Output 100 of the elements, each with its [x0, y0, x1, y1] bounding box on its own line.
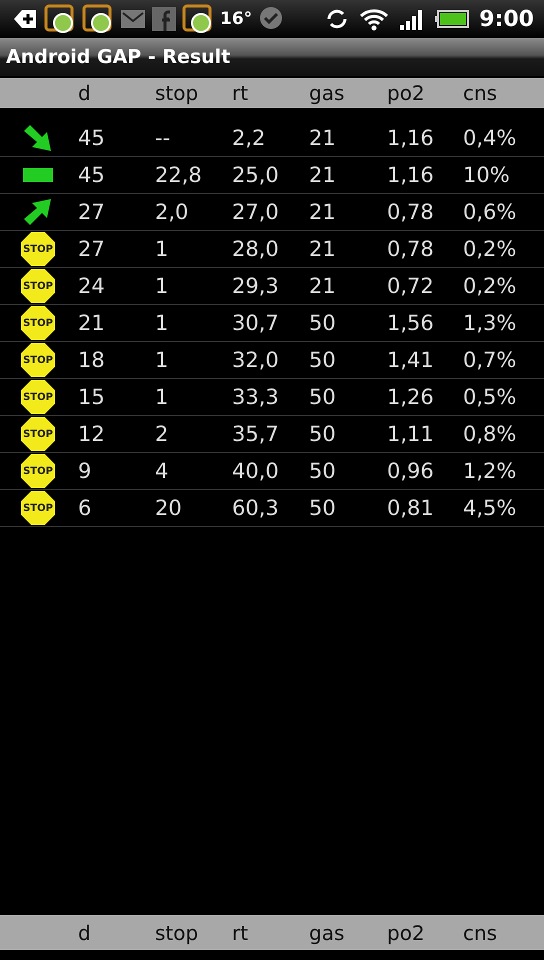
table-cell-text: 6 [78, 496, 92, 520]
column-header: cns [463, 81, 498, 105]
table-cell-text: 40,0 [232, 459, 280, 483]
column-footer: stop [155, 920, 232, 944]
table-cell-text: 0,6% [463, 200, 518, 224]
table-cell-text: 22,8 [155, 163, 203, 187]
stop-sign-icon: STOP [21, 380, 55, 414]
table-cell-text: 1,16 [387, 126, 435, 150]
table-cell-text: 1 [155, 348, 170, 372]
dash-icon [23, 168, 53, 182]
table-cell-text: 1,2% [463, 459, 518, 483]
app-notification-icon [44, 4, 76, 34]
table-cell-text: 1,41 [387, 348, 435, 372]
table-cell-text: 1 [155, 237, 170, 261]
table-cell-text: 24 [78, 274, 106, 298]
table-cell-text: 30,7 [232, 311, 280, 335]
table-cell-text: 21 [309, 126, 337, 150]
table-cell-text: 50 [309, 422, 337, 446]
table-cell-text: 50 [309, 459, 337, 483]
column-header: stop [155, 81, 200, 105]
battery-icon [435, 10, 470, 28]
table-cell-text: 2,2 [232, 126, 266, 150]
column-footer: po2 [387, 920, 463, 944]
table-cell-text: 45 [78, 126, 106, 150]
table-cell-text: 0,78 [387, 237, 435, 261]
stop-sign-icon: STOP [21, 232, 55, 266]
table-cell-text: 50 [309, 496, 337, 520]
column-footer: gas [309, 920, 387, 944]
table-cell-text: 21 [78, 311, 106, 335]
table-cell-text: 21 [309, 200, 337, 224]
table-cell-text: 2,0 [155, 200, 190, 224]
table-cell-text: 20 [155, 496, 183, 520]
column-footer: d [78, 920, 155, 944]
up-right-arrow-icon [22, 197, 54, 227]
table-cell-text: 1 [155, 385, 170, 409]
table-cell-text: 1,26 [387, 385, 435, 409]
table-cell-text: 18 [78, 348, 106, 372]
down-right-arrow-icon [22, 123, 54, 153]
table-cell-text: -- [155, 126, 172, 150]
table-cell-text: 32,0 [232, 348, 280, 372]
table-cell-text: 29,3 [232, 274, 280, 298]
table-cell-text: 1,3% [463, 311, 518, 335]
table-cell-text: 45 [78, 163, 106, 187]
table-cell-text: 0,7% [463, 348, 518, 372]
table-cell-text: 60,3 [232, 496, 280, 520]
social-icon [152, 7, 176, 31]
table-cell-text: 9 [78, 459, 92, 483]
table-cell-text: 27 [78, 200, 106, 224]
column-header: gas [309, 81, 346, 105]
clock-text: 9:00 [479, 6, 534, 32]
add-notification-icon [12, 7, 38, 31]
table-cell-text: 33,3 [232, 385, 280, 409]
table-cell-text: 50 [309, 348, 337, 372]
stop-sign-icon: STOP [21, 343, 55, 377]
table-cell-text: 15 [78, 385, 106, 409]
window-title: Android GAP - Result [6, 46, 230, 68]
column-header: d [78, 81, 92, 105]
table-cell-text: 27 [78, 237, 106, 261]
table-cell-text: 0,78 [387, 200, 435, 224]
table-cell-text: 12 [78, 422, 106, 446]
column-footer: cns [463, 920, 543, 944]
table-cell-text: 50 [309, 311, 337, 335]
column-footer: rt [232, 920, 309, 944]
table-cell-text: 21 [309, 274, 337, 298]
wifi-icon [359, 7, 390, 31]
stop-sign-icon: STOP [21, 417, 55, 451]
column-header: po2 [387, 81, 426, 105]
stop-sign-icon: STOP [21, 491, 55, 525]
check-bubble-icon [258, 6, 284, 32]
table-cell-text: 1 [155, 274, 170, 298]
table-cell-text: 21 [309, 163, 337, 187]
table-cell-text: 50 [309, 385, 337, 409]
table-cell-text: 25,0 [232, 163, 280, 187]
column-header: rt [232, 81, 250, 105]
stop-sign-icon: STOP [21, 454, 55, 488]
table-cell-text: 2 [155, 422, 170, 446]
table-cell-text: 4 [155, 459, 170, 483]
sync-icon [325, 7, 350, 31]
mail-icon [120, 8, 146, 30]
table-cell-text: 1,11 [387, 422, 435, 446]
table-cell-text: 0,5% [463, 385, 518, 409]
table-cell-text: 4,5% [463, 496, 518, 520]
stop-sign-icon: STOP [21, 306, 55, 340]
table-cell-text: 0,2% [463, 237, 518, 261]
table-cell-text: 28,0 [232, 237, 280, 261]
table-cell-text: 1,56 [387, 311, 435, 335]
table-cell-text: 0,72 [387, 274, 435, 298]
table-cell-text: 0,96 [387, 459, 435, 483]
stop-sign-icon: STOP [21, 269, 55, 303]
table-cell-text: 35,7 [232, 422, 280, 446]
table-cell-text: 1,16 [387, 163, 435, 187]
table-cell-text: 0,4% [463, 126, 518, 150]
table-cell-text: 0,8% [463, 422, 518, 446]
table-cell-text: 27,0 [232, 200, 280, 224]
table-cell-text: 10% [463, 163, 511, 187]
table-cell-text: 1 [155, 311, 170, 335]
app-notification-icon [182, 4, 214, 34]
table-cell-text: 0,2% [463, 274, 518, 298]
table-cell-text: 0,81 [387, 496, 435, 520]
app-notification-icon [82, 4, 114, 34]
